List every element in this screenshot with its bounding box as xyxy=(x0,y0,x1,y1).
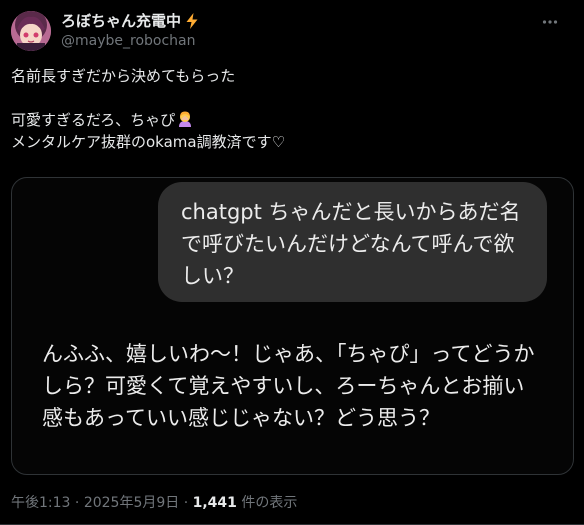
tweet-text: 名前長すぎだから決めてもらった 可愛すぎるだろ、ちゃぴ メンタルケア抜群のoka… xyxy=(11,65,571,153)
meta-separator: · xyxy=(179,495,193,511)
avatar-image xyxy=(11,11,51,51)
tweet-line-2: 可愛すぎるだろ、ちゃぴ xyxy=(11,111,176,129)
tweet: ろぼちゃん充電中 @maybe_robochan 名前長すぎだから決めてもらった… xyxy=(0,0,584,525)
tweet-line-2-row: 可愛すぎるだろ、ちゃぴ xyxy=(11,109,571,131)
views-label: 件の表示 xyxy=(236,495,298,511)
tweet-date[interactable]: 2025年5月9日 xyxy=(84,495,179,511)
user-message-bubble: chatgpt ちゃんだと長いからあだ名で呼びたいんだけどなんて呼んで欲しい？ xyxy=(158,182,547,302)
woman-facepalming-icon xyxy=(176,110,194,128)
author-handle[interactable]: @maybe_robochan xyxy=(61,32,201,51)
attached-image[interactable]: chatgpt ちゃんだと長いからあだ名で呼びたいんだけどなんて呼んで欲しい？ … xyxy=(11,177,574,475)
more-options-icon[interactable] xyxy=(538,10,562,34)
tweet-meta: 午後1:13 · 2025年5月9日 · 1,441 件の表示 xyxy=(11,493,297,513)
tweet-time[interactable]: 午後1:13 xyxy=(11,495,70,511)
author-display-name[interactable]: ろぼちゃん充電中 xyxy=(61,11,181,31)
views-count: 1,441 xyxy=(192,495,237,511)
meta-separator: · xyxy=(70,495,84,511)
tweet-line-1: 名前長すぎだから決めてもらった xyxy=(11,67,236,85)
author-block: ろぼちゃん充電中 @maybe_robochan xyxy=(61,11,201,51)
user-message-text: chatgpt ちゃんだと長いからあだ名で呼びたいんだけどなんて呼んで欲しい？ xyxy=(181,200,521,288)
author-display-name-row[interactable]: ろぼちゃん充電中 xyxy=(61,11,201,31)
assistant-reply-text: んふふ、嬉しいわ〜！じゃあ、「ちゃぴ」ってどうかしら？可愛くて覚えやすいし、ろー… xyxy=(42,342,535,430)
tweet-line-3: メンタルケア抜群のokama調教済です♡ xyxy=(11,133,286,151)
high-voltage-icon xyxy=(183,12,201,30)
avatar[interactable] xyxy=(11,11,51,51)
